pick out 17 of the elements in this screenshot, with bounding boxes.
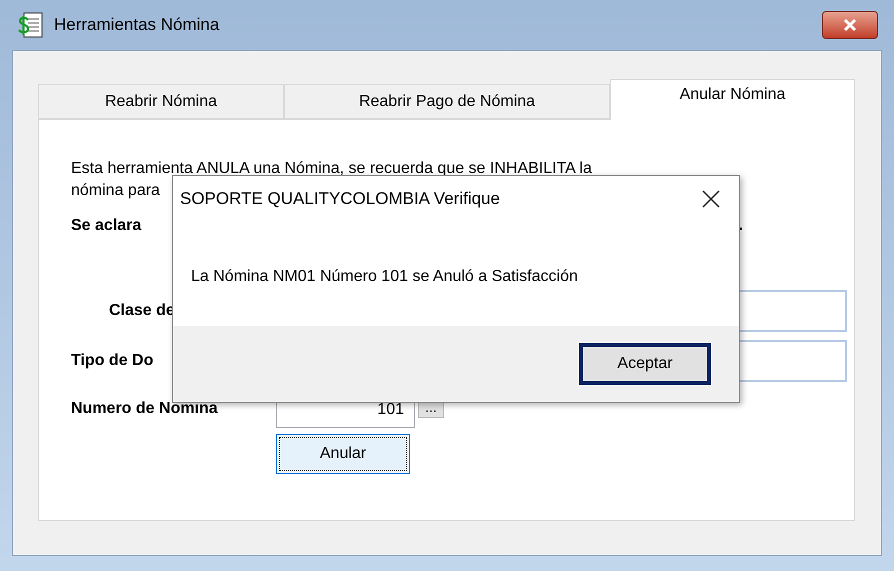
- close-button[interactable]: [822, 11, 878, 39]
- close-icon: [842, 18, 858, 32]
- dialog-message: La Nómina NM01 Número 101 se Anuló a Satisfacción: [191, 268, 578, 285]
- accept-button[interactable]: Aceptar: [579, 343, 711, 385]
- dialog-title: SOPORTE QUALITYCOLOMBIA Verifique: [180, 188, 500, 210]
- note-text: Se aclara: [71, 216, 142, 236]
- close-icon: [702, 190, 720, 208]
- tab[interactable]: Reabrir Pago de Nómina: [284, 84, 610, 119]
- tab[interactable]: Anular Nómina: [610, 79, 855, 120]
- spreadsheet-dollar-icon: [18, 11, 44, 39]
- field-label: Tipo de Do: [71, 351, 154, 371]
- description-text: Esta herramienta ANULA una Nómina, se recuerda que se INHABILITA la: [71, 159, 592, 179]
- tab[interactable]: Reabrir Nómina: [38, 84, 284, 119]
- field-label: Numero de Nomina: [71, 399, 219, 419]
- anular-button[interactable]: Anular: [276, 434, 410, 474]
- description-text: nómina para: [71, 181, 160, 201]
- window-title: Herramientas Nómina: [54, 14, 220, 36]
